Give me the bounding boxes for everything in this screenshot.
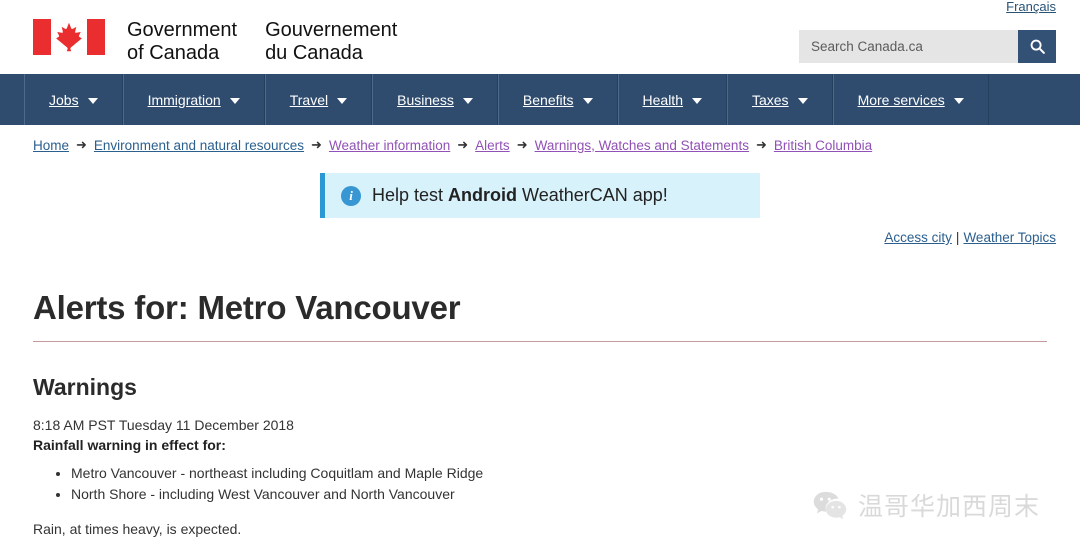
page-title: Alerts for: Metro Vancouver — [33, 289, 1047, 342]
chevron-down-icon — [337, 97, 348, 104]
chevron-down-icon — [462, 97, 473, 104]
nav-item-label: Jobs — [49, 91, 79, 108]
breadcrumb-link-warnings-watches-and-statements[interactable]: Warnings, Watches and Statements — [535, 138, 749, 153]
site-header: Français Government of Canada Gouverneme… — [0, 0, 1080, 74]
canada-flag-icon — [33, 19, 105, 55]
banner-text-after: WeatherCAN app! — [517, 185, 668, 205]
warning-effect-label: Rainfall warning in effect for: — [33, 437, 226, 453]
nav-item-label: Business — [397, 91, 454, 108]
nav-item-label: More services — [857, 91, 945, 108]
breadcrumb-link-weather-information[interactable]: Weather information — [329, 138, 450, 153]
nav-item-more-services[interactable]: More services — [832, 74, 989, 125]
chevron-down-icon — [582, 97, 593, 104]
utility-links-separator: | — [955, 230, 960, 245]
utility-links: Access city | Weather Topics — [0, 218, 1080, 245]
breadcrumb-link-alerts[interactable]: Alerts — [475, 138, 510, 153]
nav-item-label: Health — [642, 91, 683, 108]
chevron-down-icon — [797, 97, 808, 104]
wordmark-en-line2: of Canada — [127, 42, 220, 64]
nav-item-immigration[interactable]: Immigration — [122, 74, 265, 125]
nav-item-health[interactable]: Health — [617, 74, 727, 125]
banner-text-bold: Android — [448, 185, 518, 205]
banner-text-before: Help test — [372, 185, 449, 205]
info-circle-icon: i — [341, 185, 361, 206]
search-submit-button[interactable] — [1018, 30, 1056, 63]
chevron-down-icon — [87, 97, 98, 104]
access-city-link[interactable]: Access city — [884, 230, 952, 245]
nav-item-label: Travel — [289, 91, 329, 108]
notification-banner[interactable]: i Help test Android WeatherCAN app! — [320, 173, 760, 218]
search-icon — [1030, 39, 1045, 54]
breadcrumb-separator-icon: ➜ — [76, 137, 87, 152]
notification-banner-text: Help test Android WeatherCAN app! — [372, 185, 668, 206]
chevron-down-icon — [953, 97, 964, 104]
nav-item-label: Taxes — [751, 91, 789, 108]
maple-leaf-icon — [56, 22, 82, 52]
warnings-heading: Warnings — [33, 374, 137, 400]
main-navigation[interactable]: Jobs Immigration Travel Business Benefits Hea… — [0, 74, 1080, 125]
nav-item-jobs[interactable]: Jobs — [24, 74, 123, 125]
warning-timestamp: 8:18 AM PST Tuesday 11 December 2018 — [33, 417, 294, 433]
chevron-down-icon — [229, 97, 240, 104]
notification-banner-row: i Help test Android WeatherCAN app! — [0, 173, 1080, 218]
affected-area-item: North Shore - including West Vancouver a… — [71, 484, 1047, 505]
wordmark-fr-line1: Gouvernement — [265, 19, 398, 41]
breadcrumb-separator-icon: ➜ — [516, 137, 528, 152]
wordmark-english: Government of Canada — [127, 19, 237, 65]
goc-wordmark: Government of Canada Gouvernement du Can… — [127, 19, 397, 65]
wordmark-french: Gouvernement du Canada — [265, 19, 397, 65]
wordmark-en-line1: Government — [127, 19, 238, 41]
nav-item-business[interactable]: Business — [372, 74, 498, 125]
nav-item-label: Immigration — [147, 91, 221, 108]
site-search[interactable] — [799, 30, 1056, 63]
breadcrumb-link-environment-and-natural-resources[interactable]: Environment and natural resources — [94, 138, 304, 153]
search-input[interactable] — [799, 30, 1018, 63]
warning-description: Rain, at times heavy, is expected. — [33, 521, 242, 537]
main-content: Alerts for: Metro Vancouver Warnings 8:1… — [0, 289, 1080, 537]
breadcrumb-link-home[interactable]: Home — [33, 138, 69, 153]
breadcrumb-separator-icon: ➜ — [311, 137, 322, 152]
nav-item-label: Benefits — [522, 91, 574, 108]
affected-area-item: Metro Vancouver - northeast including Co… — [71, 463, 1047, 484]
affected-areas-list: Metro Vancouver - northeast including Co… — [33, 463, 1047, 505]
breadcrumb[interactable]: Home ➜ Environment and natural resources ➜ W… — [0, 125, 1080, 153]
chevron-down-icon — [691, 97, 702, 104]
breadcrumb-link-british-columbia[interactable]: British Columbia — [774, 138, 872, 153]
breadcrumb-separator-icon: ➜ — [755, 137, 767, 152]
nav-item-travel[interactable]: Travel — [264, 74, 373, 125]
wordmark-fr-line2: du Canada — [265, 42, 363, 64]
weather-topics-link[interactable]: Weather Topics — [963, 230, 1056, 245]
nav-item-benefits[interactable]: Benefits — [497, 74, 618, 125]
breadcrumb-separator-icon: ➜ — [457, 137, 469, 152]
goc-brand[interactable]: Government of Canada Gouvernement du Can… — [33, 19, 397, 65]
nav-item-taxes[interactable]: Taxes — [726, 74, 833, 125]
language-toggle-link[interactable]: Français — [1006, 0, 1056, 15]
